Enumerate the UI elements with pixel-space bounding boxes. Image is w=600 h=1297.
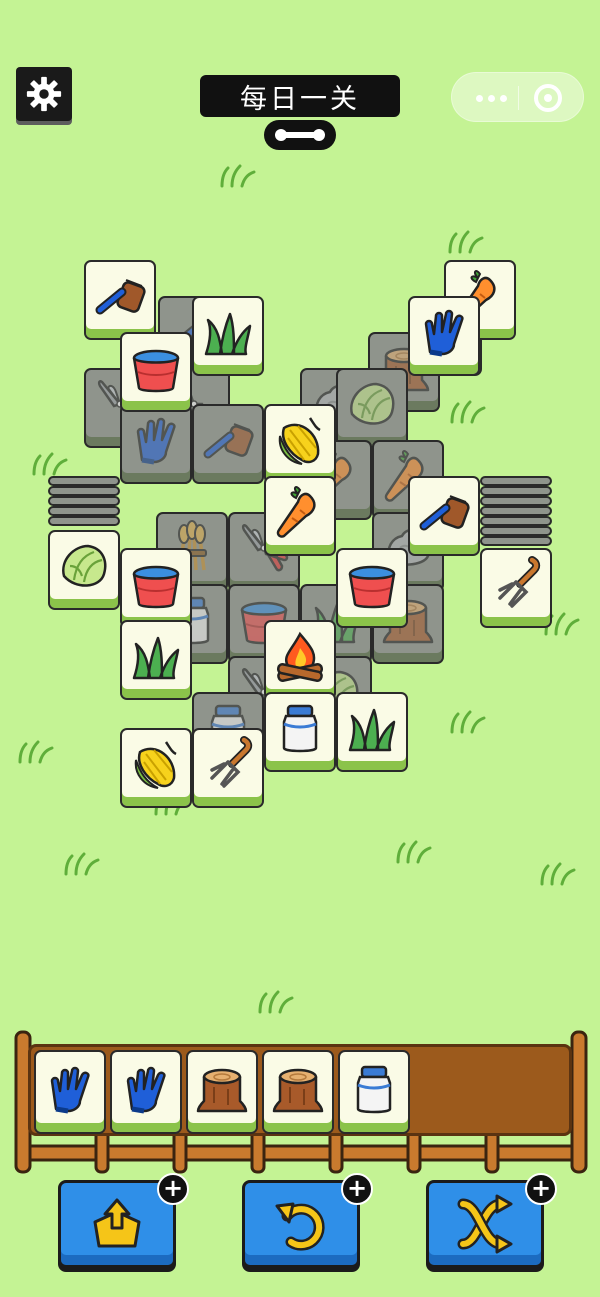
grass-tuft-icon [448, 230, 484, 254]
brush-icon [203, 423, 254, 459]
stump-icon [272, 1068, 324, 1113]
move-out-icon [93, 1198, 141, 1248]
tray-slot-milk [338, 1050, 410, 1134]
tile-stack-edge [48, 516, 120, 526]
undo-icon [275, 1202, 325, 1251]
tray-slot-stump [262, 1050, 334, 1134]
capsule-divider [518, 86, 519, 110]
carrot-icon [276, 486, 316, 538]
milk-icon [356, 1065, 392, 1114]
plus-icon[interactable]: + [525, 1173, 557, 1205]
tile-stack-edge [480, 476, 552, 486]
undo-button[interactable]: + [242, 1173, 373, 1268]
tile-stack-edge [48, 486, 120, 496]
bucket-icon [132, 349, 180, 393]
stump-icon [196, 1068, 248, 1113]
tile-stack-edge [48, 476, 120, 486]
grass-tuft-icon [540, 862, 576, 886]
tile-carrot[interactable] [264, 476, 336, 556]
gear-icon [26, 76, 62, 112]
plus-icon[interactable]: + [157, 1173, 189, 1205]
tile-corn[interactable] [120, 728, 192, 808]
tile-stack-edge [480, 506, 552, 516]
brush-icon [95, 279, 146, 315]
tile-gloves[interactable] [408, 296, 480, 376]
tile-grass[interactable] [336, 692, 408, 772]
tile-stack-edge [480, 526, 552, 536]
mini-program-capsule [451, 72, 584, 122]
grass-tuft-icon [18, 740, 54, 764]
tile-bucket[interactable] [120, 548, 192, 628]
game-screen: 每日一关 + + + [0, 0, 600, 1297]
tile-grass[interactable] [120, 620, 192, 700]
gloves-icon [424, 309, 464, 357]
tray-slot-stump [186, 1050, 258, 1134]
gloves-icon [50, 1066, 90, 1114]
cabbage-icon [62, 544, 107, 587]
tile-milk[interactable] [264, 692, 336, 772]
tile-stack-edge [48, 506, 120, 516]
settings-button[interactable] [16, 67, 72, 121]
corn-icon [134, 741, 177, 789]
tile-fork[interactable] [480, 548, 552, 628]
bucket-icon [348, 565, 396, 609]
progress-bone-icon [275, 129, 325, 141]
campfire-icon [276, 631, 324, 682]
grass-tuft-icon [258, 990, 294, 1014]
grass-tuft-icon [64, 852, 100, 876]
plus-icon[interactable]: + [341, 1173, 373, 1205]
tile-fork[interactable] [192, 728, 264, 808]
grass-tuft-icon [450, 400, 486, 424]
more-dots-icon[interactable] [466, 73, 516, 123]
level-progress-knob [264, 120, 336, 150]
tile-stack-edge [48, 496, 120, 506]
tray-slot-gloves [110, 1050, 182, 1134]
fork-icon [210, 736, 253, 788]
corn-icon [278, 417, 321, 465]
tile-grass[interactable] [192, 296, 264, 376]
tile-brush [192, 404, 264, 484]
tile-cabbage[interactable] [48, 530, 120, 610]
tile-brush[interactable] [408, 476, 480, 556]
tile-corn[interactable] [264, 404, 336, 484]
gloves-icon [126, 1066, 166, 1114]
tray-slot-gloves [34, 1050, 106, 1134]
tile-brush[interactable] [84, 260, 156, 340]
grass-tuft-icon [396, 840, 432, 864]
bucket-icon [132, 565, 180, 609]
brush-icon [419, 495, 470, 531]
grass-tuft-icon [220, 164, 256, 188]
move-out-button[interactable]: + [58, 1173, 189, 1268]
level-title: 每日一关 [200, 75, 400, 117]
grass-icon [348, 708, 396, 752]
gloves-icon [136, 417, 176, 465]
cabbage-icon [350, 382, 395, 425]
tile-bucket[interactable] [336, 548, 408, 628]
tile-campfire[interactable] [264, 620, 336, 700]
grass-icon [204, 312, 252, 356]
shuffle-icon [457, 1194, 513, 1254]
tile-stack-edge [480, 536, 552, 546]
grass-tuft-icon [32, 452, 68, 476]
tile-bucket[interactable] [120, 332, 192, 412]
fork-icon [498, 556, 541, 608]
level-title-text: 每日一关 [240, 83, 360, 115]
grass-tuft-icon [450, 710, 486, 734]
tile-cabbage [336, 368, 408, 448]
tile-gloves [120, 404, 192, 484]
milk-icon [282, 704, 318, 753]
tile-stack-edge [480, 486, 552, 496]
tile-stack-edge [480, 496, 552, 506]
shuffle-button[interactable]: + [426, 1173, 557, 1268]
tile-stack-edge [480, 516, 552, 526]
mini-program-close-icon[interactable] [534, 84, 562, 112]
grass-icon [132, 636, 180, 680]
